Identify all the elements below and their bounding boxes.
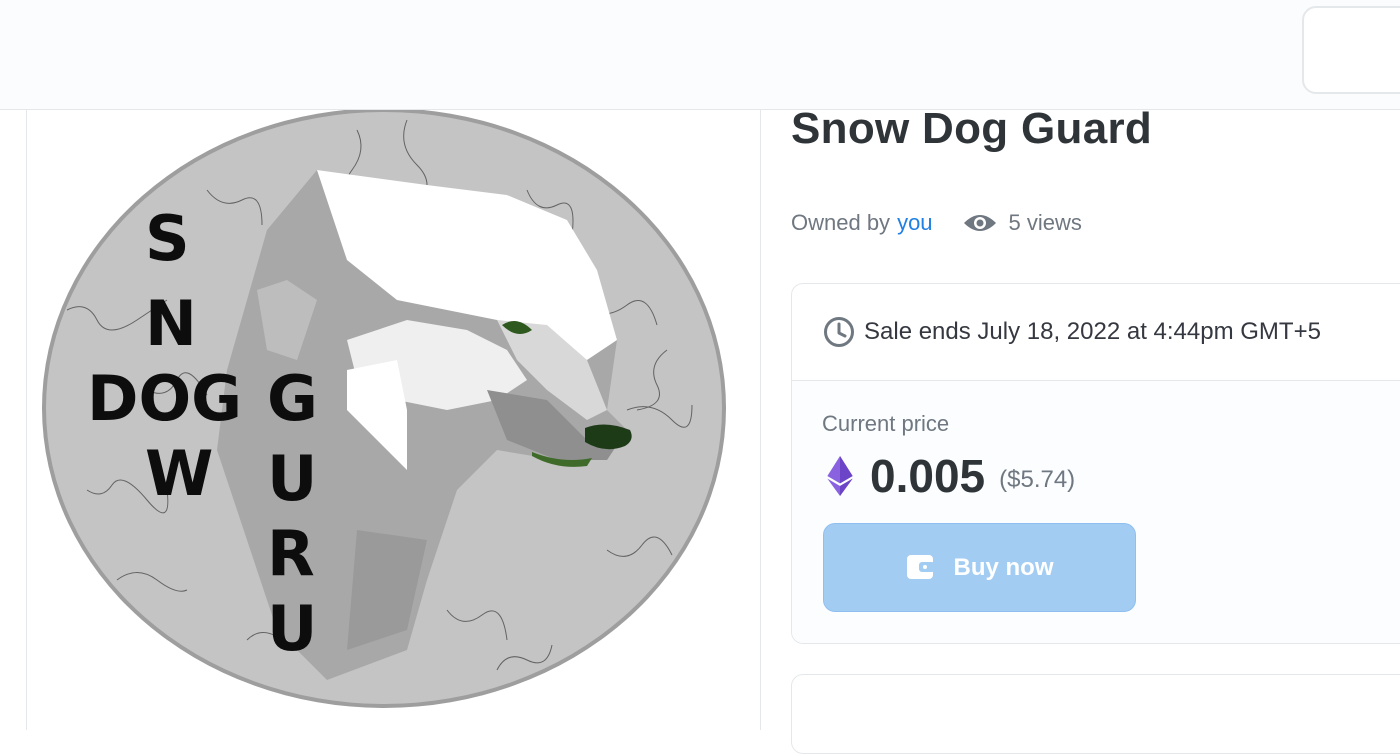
ethereum-icon [822,456,858,496]
price-label: Current price [822,411,950,436]
owner-link[interactable]: you [897,210,932,236]
top-navigation-bar [0,0,1400,110]
art-letter: U [267,442,317,515]
eye-icon [963,208,997,238]
item-meta: Owned by you 5 views [791,208,1082,238]
owned-by-label: Owned by [791,210,891,235]
nft-image-panel: S N W DOG G U R U [26,110,761,730]
price-row: 0.005 ($5.74) [822,447,1075,505]
sale-header: Sale ends July 18, 2022 at 4:44pm GMT+5 [792,284,1400,381]
price-section: Current price 0.005 ($5.74) Buy now [792,381,1400,643]
art-letter: U [267,592,317,665]
views-count: 5 views [1008,210,1082,235]
sale-card: Sale ends July 18, 2022 at 4:44pm GMT+5 … [791,283,1400,644]
item-title: Snow Dog Guard [791,104,1153,153]
wallet-icon [906,553,936,583]
art-letter: W [145,437,213,510]
art-letter: N [145,287,197,360]
price-usd: ($5.74) [999,466,1076,493]
snow-dog-guru-artwork: S N W DOG G U R U [42,110,726,708]
sale-ends-text: Sale ends July 18, 2022 at 4:44pm GMT+5 [864,318,1321,345]
next-panel [791,674,1400,754]
buy-now-label: Buy now [953,553,1054,581]
art-letter: R [267,517,315,590]
header-button[interactable] [1302,6,1400,94]
price-value: 0.005 [870,450,986,502]
clock-icon [822,315,856,349]
art-letter: G [267,362,318,435]
art-letter: S [145,202,190,275]
art-word: DOG [87,362,242,435]
buy-now-button[interactable]: Buy now [823,523,1136,612]
